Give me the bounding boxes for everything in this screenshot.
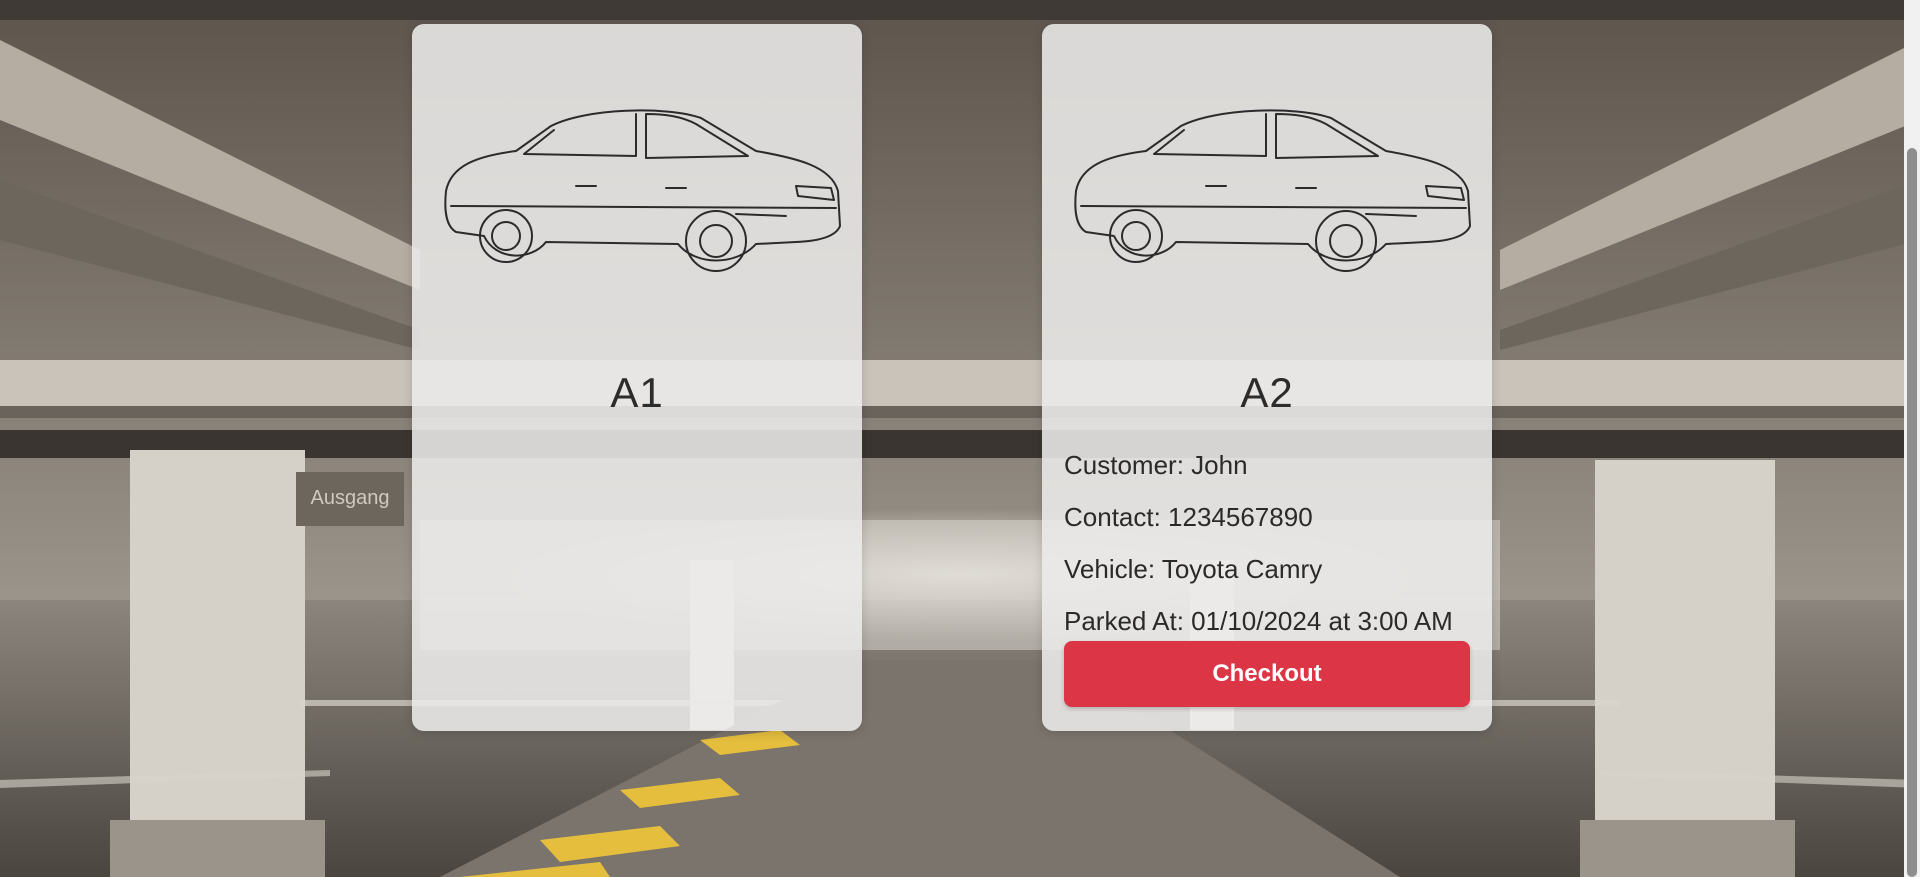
slot-label: A2 [1240, 369, 1294, 416]
customer-name: Customer: John [1064, 450, 1248, 480]
customer-contact: Contact: 1234567890 [1064, 502, 1313, 532]
parking-slot-card-a2[interactable]: A2 Customer: John Contact: 1234567890 Ve… [1042, 24, 1492, 731]
car-outline-icon [1074, 109, 1471, 272]
exit-sign-text: Ausgang [311, 487, 390, 509]
car-outline-icon [444, 109, 841, 272]
booking-details: Customer: John Contact: 1234567890 Vehic… [1064, 439, 1470, 647]
parked-at-time: Parked At: 01/10/2024 at 3:00 AM [1064, 606, 1453, 636]
parking-slot-card-a1[interactable]: A1 [412, 24, 862, 731]
slot-label: A1 [610, 369, 664, 416]
vertical-scrollbar[interactable] [1904, 0, 1920, 877]
checkout-button[interactable]: Checkout [1064, 641, 1470, 707]
parking-garage-background: Ausgang [0, 0, 1920, 877]
scrollbar-thumb[interactable] [1907, 148, 1917, 877]
parking-lot-page: Ausgang A1 A2 Customer: John Contact: 12… [0, 0, 1920, 877]
vehicle-model: Vehicle: Toyota Camry [1064, 554, 1323, 584]
